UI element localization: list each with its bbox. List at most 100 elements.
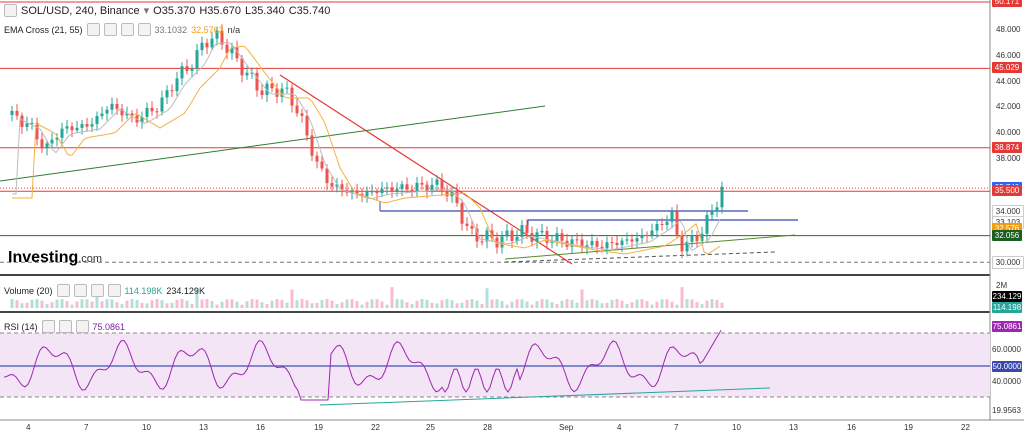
volume-bar <box>470 299 474 308</box>
chevron-down-icon[interactable]: ▾ <box>144 4 150 17</box>
volume-bar <box>325 299 329 308</box>
volume-bar <box>140 302 144 308</box>
volume-bar <box>265 304 269 308</box>
ema-na: n/a <box>227 24 241 35</box>
candle <box>665 221 669 225</box>
volume-bar <box>315 302 319 308</box>
volume-bar <box>190 303 194 308</box>
volume-bar <box>90 301 94 308</box>
volume-bar <box>110 299 114 308</box>
close-icon[interactable] <box>120 23 134 36</box>
candle <box>635 238 639 242</box>
volume-bar <box>675 304 679 308</box>
candle <box>320 161 324 169</box>
volume-bar <box>635 299 639 308</box>
rsi-label[interactable]: RSI (14) <box>4 322 38 332</box>
volume-tag: 114.198 <box>992 302 1022 313</box>
volume-bar <box>565 299 569 308</box>
volume-bar <box>375 299 379 308</box>
candle <box>655 224 659 231</box>
price-tag: 50.171 <box>992 0 1022 7</box>
volume-bar <box>555 304 559 308</box>
candle <box>260 90 264 95</box>
symbol-label[interactable]: SOL/USD, 240, Binance <box>21 5 140 17</box>
time-axis-label: 22 <box>371 423 380 432</box>
volume-bar <box>645 301 649 308</box>
volume-bar <box>220 301 224 308</box>
settings-icon[interactable] <box>73 284 87 297</box>
time-axis-label: 4 <box>617 423 622 432</box>
eye-icon[interactable] <box>56 284 70 297</box>
close-icon[interactable] <box>90 284 104 297</box>
volume-bar <box>205 299 209 308</box>
candle <box>10 110 14 115</box>
volume-bar <box>465 299 469 308</box>
candle <box>370 191 374 193</box>
volume-bar <box>525 301 529 308</box>
price-axis-label: 42.000 <box>996 102 1021 112</box>
volume-bar <box>665 299 669 308</box>
volume-bar <box>620 300 624 308</box>
volume-bar <box>145 303 149 308</box>
price-tag: 30.000 <box>992 256 1024 270</box>
settings-icon[interactable] <box>103 23 117 36</box>
volume-bar <box>285 302 289 308</box>
volume-bar <box>70 304 74 308</box>
volume-bar <box>700 304 704 308</box>
more-icon[interactable] <box>137 23 151 36</box>
logo-suffix: .com <box>78 253 103 265</box>
candle <box>410 189 414 191</box>
volume-bar <box>705 300 709 308</box>
candle <box>720 186 724 208</box>
candle <box>300 113 304 116</box>
volume-bar <box>15 300 19 308</box>
close-icon[interactable] <box>75 320 89 333</box>
volume-bar <box>685 299 689 308</box>
price-axis-label: 48.000 <box>996 25 1021 34</box>
volume-bar <box>320 299 324 308</box>
rsi-axis-label: 60.0000 <box>992 345 1021 354</box>
candle <box>600 246 604 249</box>
candle <box>105 109 109 114</box>
candle <box>670 211 674 222</box>
candle <box>60 128 64 138</box>
candle <box>595 240 599 247</box>
time-axis-label: 25 <box>426 423 435 432</box>
volume-bar <box>355 301 359 308</box>
candle <box>20 115 24 127</box>
candle <box>290 87 294 106</box>
more-icon[interactable] <box>107 284 121 297</box>
volume-label[interactable]: Volume (20) <box>4 286 53 296</box>
volume-bar <box>570 299 574 308</box>
eye-icon[interactable] <box>86 23 100 36</box>
rsi-axis-label: 40.0000 <box>992 377 1021 386</box>
volume-bar <box>170 302 174 308</box>
candle <box>175 78 179 92</box>
candle <box>145 107 149 117</box>
volume-bar <box>515 299 519 308</box>
eye-icon[interactable] <box>41 320 55 333</box>
volume-bar <box>370 299 374 308</box>
candle <box>590 240 594 246</box>
candle <box>75 127 79 131</box>
time-axis-label: 4 <box>26 423 31 432</box>
volume-bar <box>420 299 424 308</box>
candle <box>395 189 399 192</box>
ema-label[interactable]: EMA Cross (21, 55) <box>4 25 83 35</box>
candle <box>40 139 44 149</box>
volume-bar <box>390 287 394 308</box>
time-axis-label: 7 <box>674 423 679 432</box>
candle <box>385 187 389 189</box>
volume-bar <box>30 299 34 308</box>
price-axis-label: 46.000 <box>996 50 1021 60</box>
candle <box>90 124 94 127</box>
settings-icon[interactable] <box>58 320 72 333</box>
candle <box>715 207 719 211</box>
volume-bar <box>175 299 179 308</box>
volume-bar <box>475 300 479 308</box>
candle <box>640 234 644 239</box>
chart-canvas[interactable] <box>0 0 1024 432</box>
candle <box>530 233 534 242</box>
candle <box>445 190 449 197</box>
collapse-icon[interactable] <box>4 4 17 17</box>
